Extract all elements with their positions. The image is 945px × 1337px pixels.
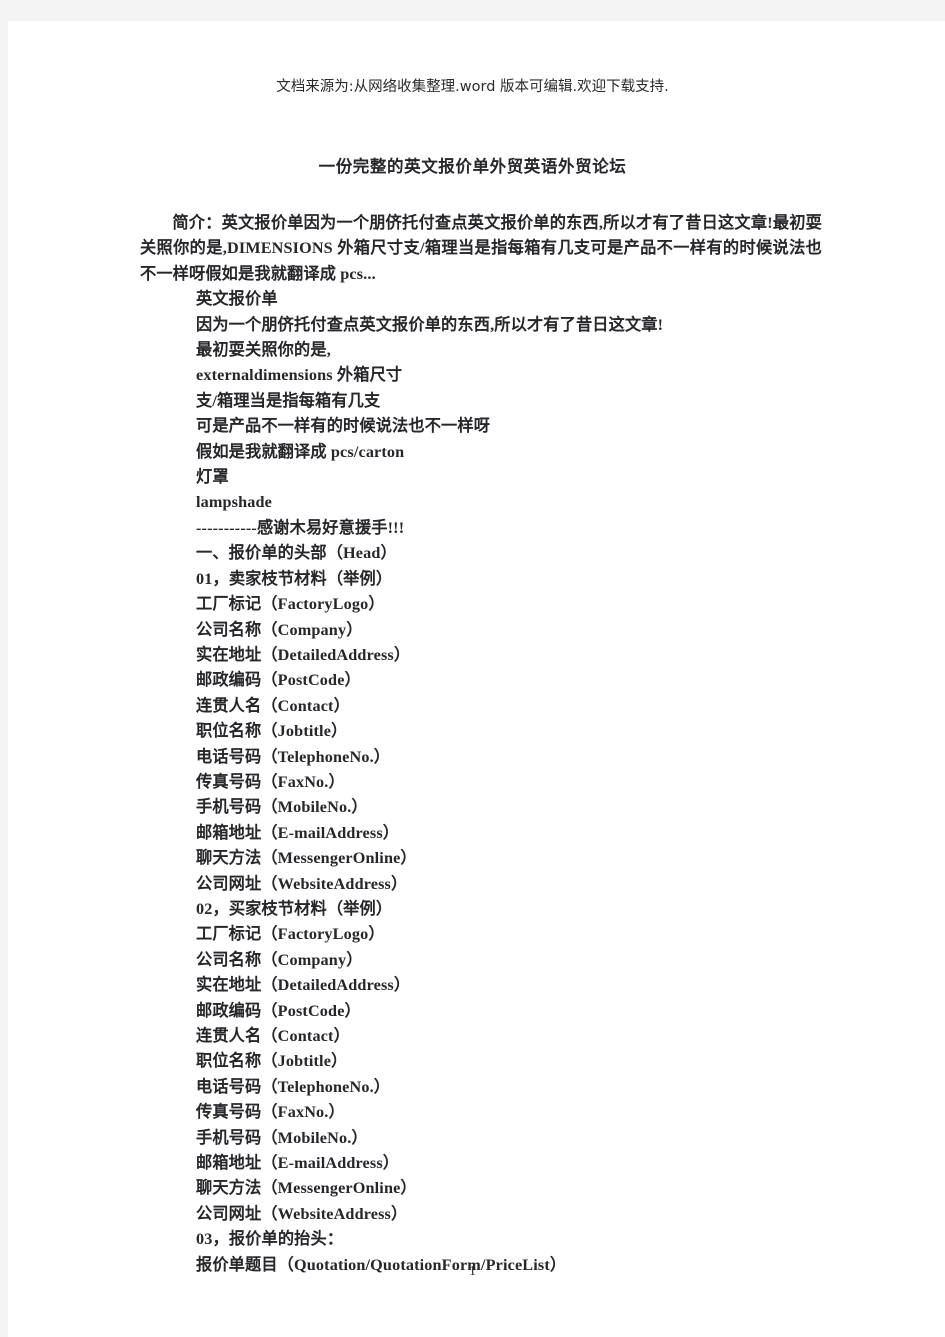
document-line: 实在地址（DetailedAddress） bbox=[196, 645, 411, 664]
document-line: 因为一个朋侪托付查点英文报价单的东西,所以才有了昔日这文章! bbox=[196, 315, 664, 334]
document-line: 手机号码（MobileNo.） bbox=[196, 798, 368, 817]
document-line: 连贯人名（Contact） bbox=[196, 1027, 350, 1045]
document-line: 传真号码（FaxNo.） bbox=[196, 772, 345, 791]
document-line: 公司名称（Company） bbox=[196, 950, 363, 969]
document-line: 连贯人名（Contact） bbox=[196, 696, 350, 715]
document-line: 工厂标记（FactoryLogo） bbox=[196, 595, 385, 614]
page-title: 一份完整的英文报价单外贸英语外贸论坛 bbox=[318, 157, 627, 176]
document-line: externaldimensions 外箱尺寸 bbox=[196, 366, 403, 385]
document-line: 可是产品不一样有的时候说法也不一样呀 bbox=[196, 417, 491, 436]
document-line: 支/箱理当是指每箱有几支 bbox=[196, 391, 381, 410]
document-line: 灯罩 bbox=[196, 468, 229, 487]
document-line: -----------感谢木易好意援手!!! bbox=[196, 518, 405, 537]
document-line: 手机号码（MobileNo.） bbox=[196, 1128, 368, 1147]
page-number: 1 bbox=[469, 1264, 476, 1279]
document-line: 聊天方法（MessengerOnline） bbox=[196, 849, 417, 868]
document-line: 邮政编码（PostCode） bbox=[196, 671, 361, 690]
document-line: 传真号码（FaxNo.） bbox=[196, 1103, 345, 1122]
document-body-lines: 英文报价单因为一个朋侪托付查点英文报价单的东西,所以才有了昔日这文章! 最初耍关照… bbox=[140, 287, 822, 1278]
document-source-note: 文档来源为:从网络收集整理.word 版本可编辑.欢迎下载支持. bbox=[276, 79, 669, 95]
document-line: 03，报价单的抬头： bbox=[196, 1230, 344, 1249]
document-line: 一、报价单的头部（Head） bbox=[196, 544, 397, 563]
document-page: 文档来源为:从网络收集整理.word 版本可编辑.欢迎下载支持. 一份完整的英文… bbox=[8, 21, 945, 1337]
document-line: 邮箱地址（E-mailAddress） bbox=[196, 1154, 400, 1173]
document-line: 英文报价单 bbox=[196, 290, 278, 309]
document-line: lampshade bbox=[196, 493, 273, 512]
intro-paragraph: 简介：英文报价单因为一个朋侪托付查点英文报价单的东西,所以才有了昔日这文章!最初… bbox=[140, 214, 822, 283]
document-line: 邮箱地址（E-mailAddress） bbox=[196, 823, 400, 842]
document-line: 公司名称（Company） bbox=[196, 620, 363, 639]
document-line: 电话号码（TelephoneNo.） bbox=[196, 1077, 391, 1096]
document-line: 职位名称（Jobtitle） bbox=[196, 722, 348, 741]
document-line: 实在地址（DetailedAddress） bbox=[196, 976, 411, 995]
document-line: 电话号码（TelephoneNo.） bbox=[196, 747, 391, 766]
document-line: 聊天方法（MessengerOnline） bbox=[196, 1179, 417, 1198]
document-line: 02，买家枝节材料（举例） bbox=[196, 899, 393, 918]
document-line: 假如是我就翻译成 pcs/carton bbox=[196, 442, 405, 461]
document-line: 公司网址（WebsiteAddress） bbox=[196, 874, 408, 893]
document-line: 职位名称（Jobtitle） bbox=[196, 1052, 348, 1071]
document-line: 公司网址（WebsiteAddress） bbox=[196, 1204, 408, 1223]
document-line: 工厂标记（FactoryLogo） bbox=[196, 925, 385, 944]
document-line: 最初耍关照你的是, bbox=[196, 341, 331, 360]
document-text-column: 简介：英文报价单因为一个朋侪托付查点英文报价单的东西,所以才有了昔日这文章!最初… bbox=[140, 211, 822, 1278]
document-line: 邮政编码（PostCode） bbox=[196, 1001, 361, 1020]
document-line: 01，卖家枝节材料（举例） bbox=[196, 569, 393, 588]
